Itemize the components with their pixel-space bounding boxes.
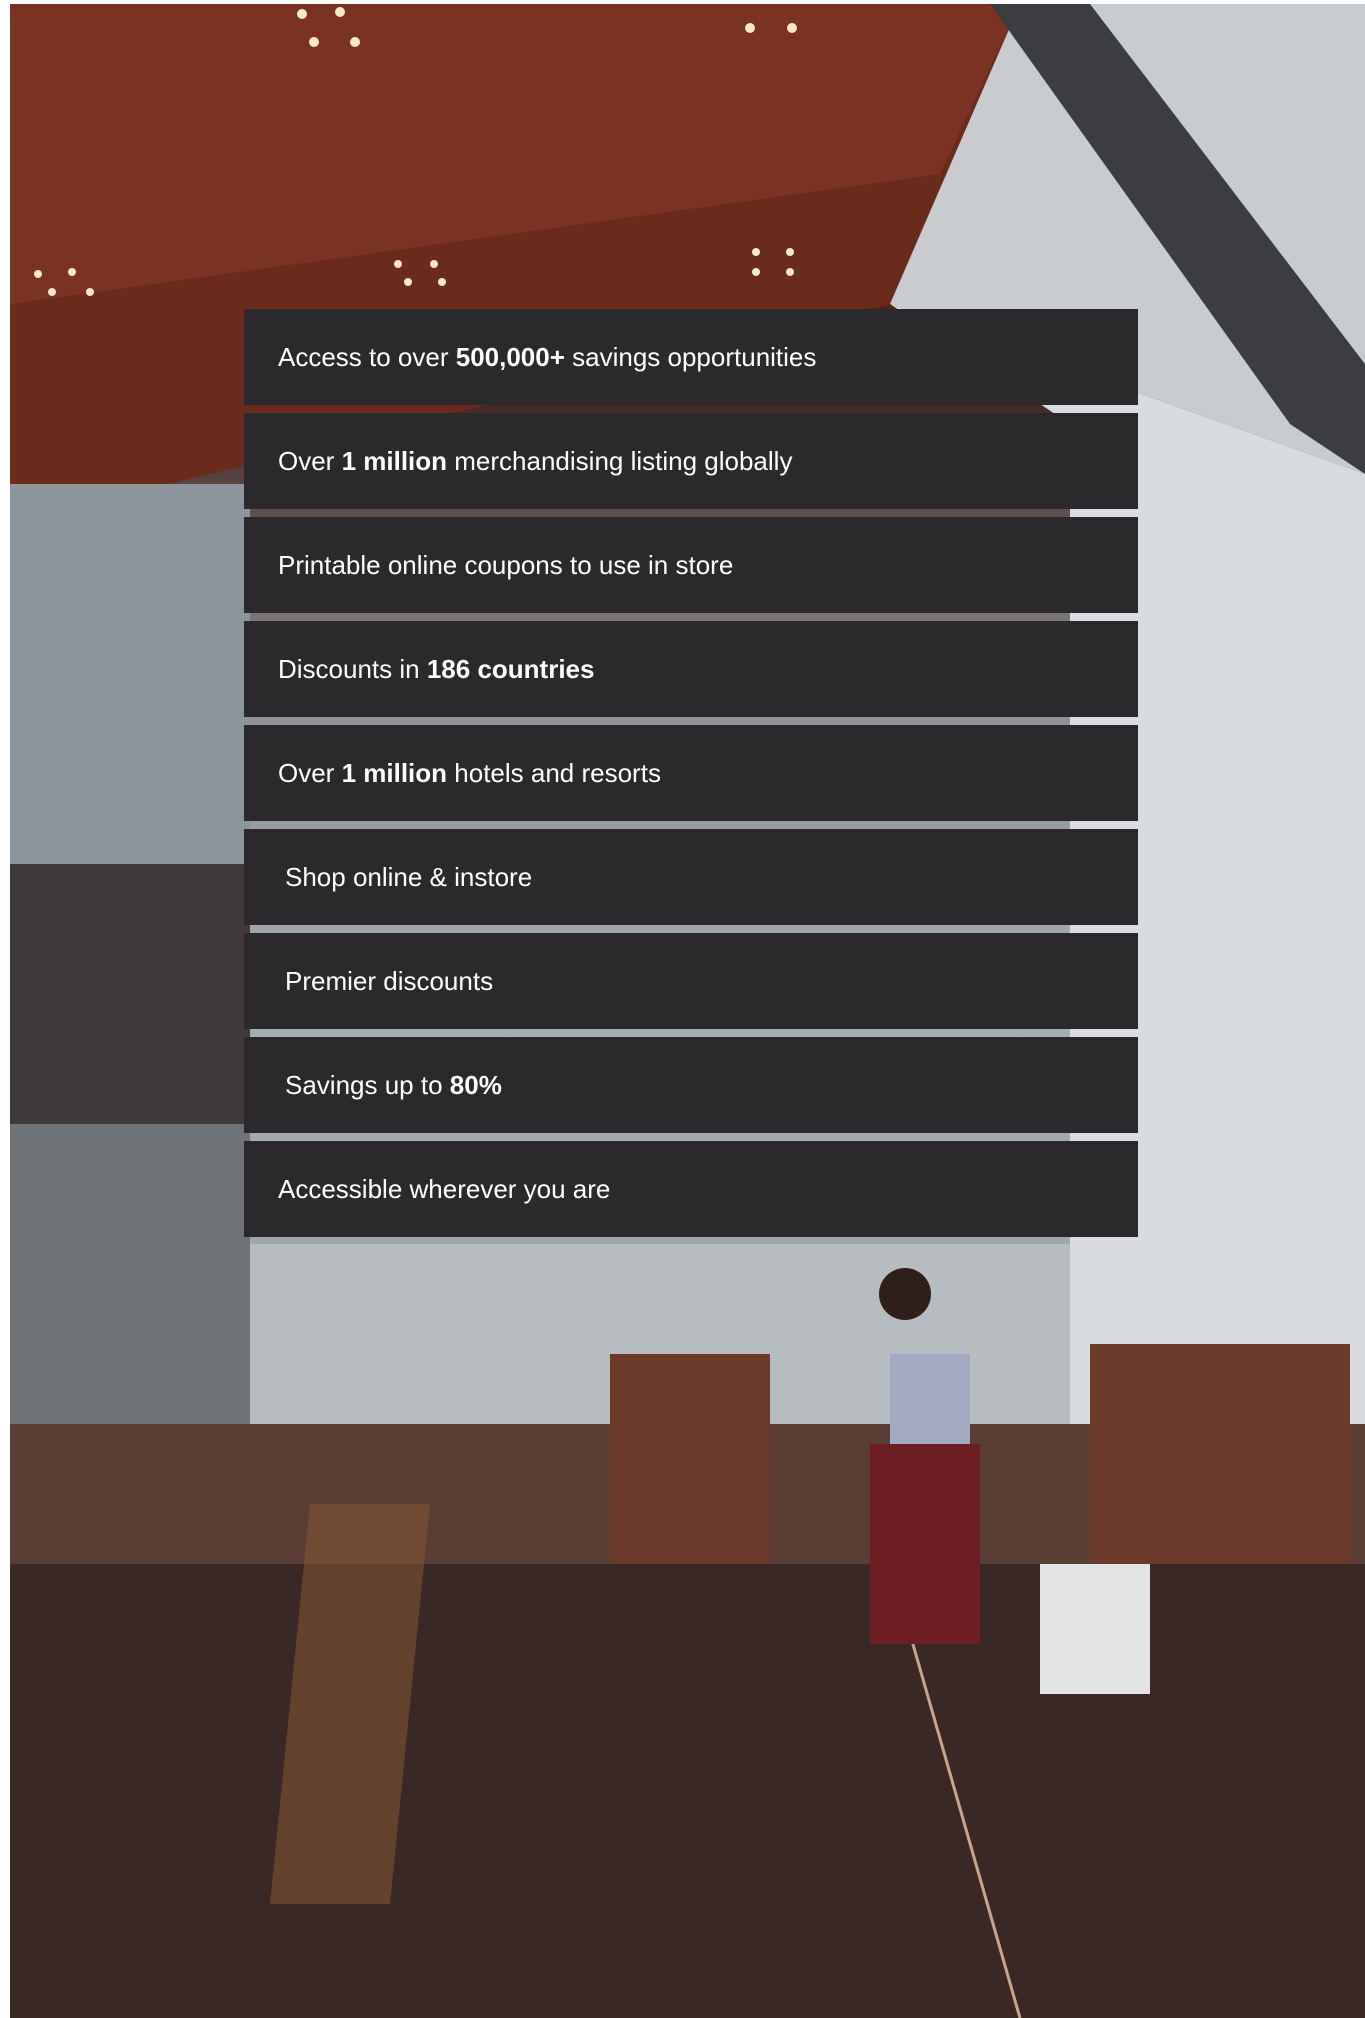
benefit-savings-percentage: Savings up to 80% xyxy=(244,1037,1138,1133)
benefit-merchandising-listings: Over 1 million merchandising listing glo… xyxy=(244,413,1138,509)
benefit-printable-coupons: Printable online coupons to use in store xyxy=(244,517,1138,613)
benefit-shop-online-instore: Shop online & instore xyxy=(244,829,1138,925)
benefit-accessible-anywhere: Accessible wherever you are xyxy=(244,1141,1138,1237)
benefit-premier-discounts: Premier discounts xyxy=(244,933,1138,1029)
benefits-list: Access to over 500,000+ savings opportun… xyxy=(244,309,1138,1237)
benefit-savings-opportunities: Access to over 500,000+ savings opportun… xyxy=(244,309,1138,405)
benefit-hotels-resorts: Over 1 million hotels and resorts xyxy=(244,725,1138,821)
benefit-countries: Discounts in 186 countries xyxy=(244,621,1138,717)
